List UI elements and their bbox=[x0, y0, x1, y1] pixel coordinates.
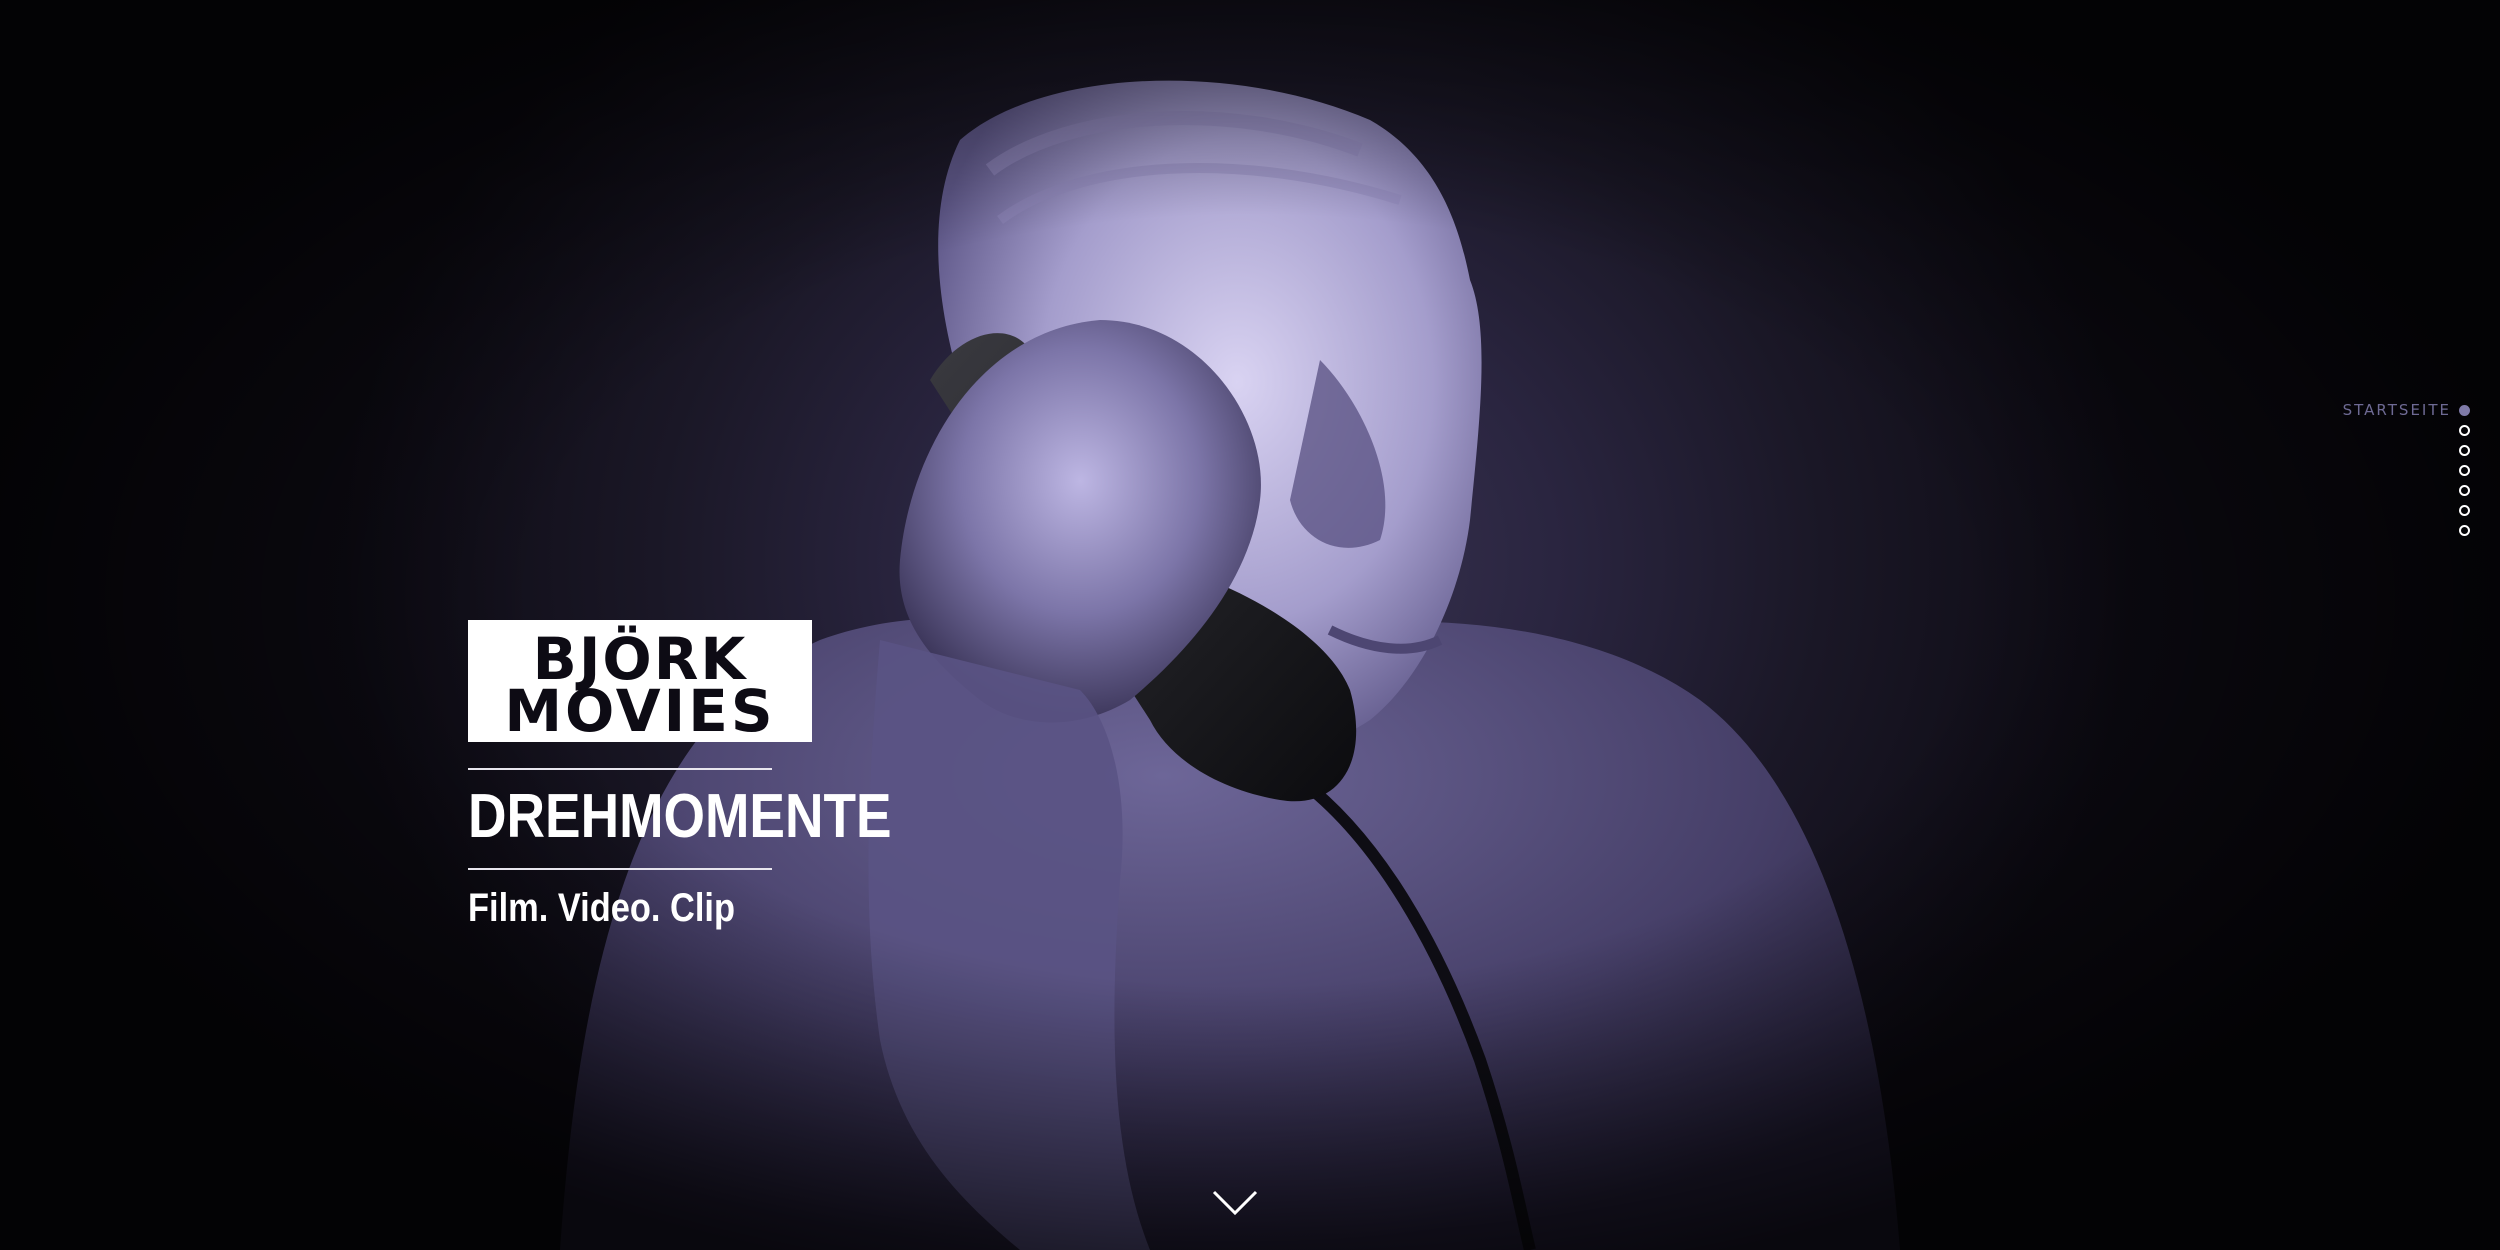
bjork-movies-logo[interactable]: BJÖRK MOVIES bbox=[468, 620, 812, 742]
nav-dot-3[interactable] bbox=[2310, 440, 2470, 460]
page-title: DREHMOMENTE bbox=[468, 782, 892, 851]
hero-section: BJÖRK MOVIES DREHMOMENTE Film. Video. Cl… bbox=[0, 0, 2500, 1250]
tagline: Film. Video. Clip bbox=[468, 886, 735, 930]
nav-dot-5[interactable] bbox=[2310, 480, 2470, 500]
hero-background-image bbox=[560, 80, 1900, 1250]
nav-dot[interactable] bbox=[2459, 484, 2470, 496]
nav-dot[interactable] bbox=[2459, 524, 2470, 536]
nav-dot-startseite[interactable]: STARTSEITE bbox=[2310, 400, 2470, 420]
nav-dot-4[interactable] bbox=[2310, 460, 2470, 480]
nav-dot-2[interactable] bbox=[2310, 420, 2470, 440]
scroll-down-button[interactable] bbox=[1210, 1188, 1260, 1218]
nav-dot-active[interactable] bbox=[2459, 404, 2470, 416]
divider-top bbox=[468, 768, 772, 770]
nav-dot[interactable] bbox=[2459, 504, 2470, 516]
nav-dot-7[interactable] bbox=[2310, 520, 2470, 540]
section-dot-nav: STARTSEITE bbox=[2310, 400, 2470, 540]
chevron-down-icon bbox=[1212, 1190, 1258, 1216]
nav-dot[interactable] bbox=[2459, 444, 2470, 456]
nav-dot[interactable] bbox=[2459, 464, 2470, 476]
nav-dot-6[interactable] bbox=[2310, 500, 2470, 520]
nav-dot[interactable] bbox=[2459, 424, 2470, 436]
nav-label-startseite: STARTSEITE bbox=[2342, 401, 2451, 419]
divider-bottom bbox=[468, 868, 772, 870]
brand-block: BJÖRK MOVIES DREHMOMENTE Film. Video. Cl… bbox=[468, 620, 892, 930]
logo-line-2: MOVIES bbox=[504, 677, 776, 745]
